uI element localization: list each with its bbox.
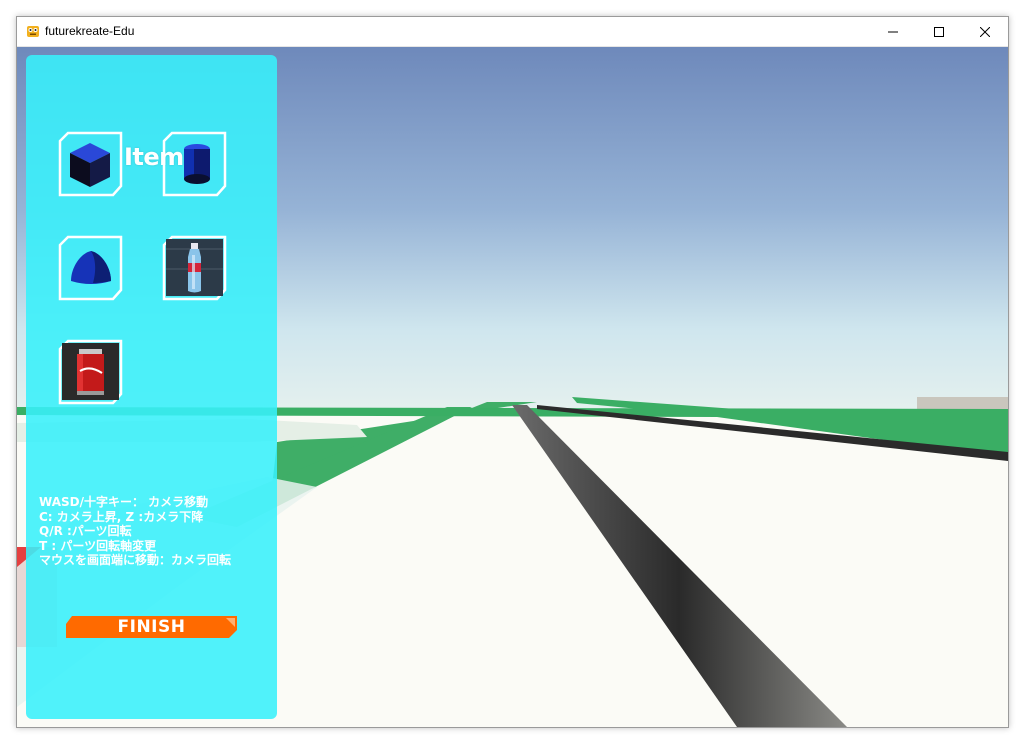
close-icon <box>980 26 990 37</box>
window-title: futurekreate-Edu <box>45 24 135 38</box>
help-line: マウスを画面端に移動：カメラ回転 <box>39 553 232 567</box>
help-line: T : パーツ回転軸変更 <box>39 538 157 553</box>
item-slot-cube[interactable] <box>58 131 123 197</box>
item-slot-can[interactable] <box>58 339 123 405</box>
blue-cube-icon <box>70 143 110 187</box>
minimize-icon <box>888 31 898 32</box>
title-bar[interactable]: futurekreate-Edu <box>17 17 1008 47</box>
app-window: futurekreate-Edu Items WASD/十字キー： カメラ移動 … <box>16 16 1009 728</box>
finish-button[interactable]: FINISH <box>66 616 237 638</box>
item-slot-dome[interactable] <box>58 235 123 301</box>
game-viewport[interactable]: Items WASD/十字キー： カメラ移動 C: カメラ上昇, Z:カメラ下… <box>17 47 1008 727</box>
minimize-button[interactable] <box>870 17 916 46</box>
help-line: Q/R :パーツ回転 <box>39 524 132 538</box>
close-button[interactable] <box>962 17 1008 46</box>
blue-dome-icon <box>71 251 111 284</box>
plastic-bottle-icon <box>166 239 223 296</box>
app-logo-icon <box>27 26 39 37</box>
maximize-button[interactable] <box>916 17 962 46</box>
maximize-icon <box>934 26 944 37</box>
controls-help: WASD/十字キー： カメラ移動 C: カメラ上昇, Z :カメラ下降 Q/R … <box>39 495 275 568</box>
items-panel: Items WASD/十字キー： カメラ移動 C: カメラ上昇, Z:カメラ下… <box>26 55 277 719</box>
finish-label: FINISH <box>117 617 186 637</box>
blue-cylinder-icon <box>184 144 210 184</box>
item-slot-cylinder[interactable] <box>162 131 227 197</box>
soda-can-icon <box>62 343 119 400</box>
help-line: C: カメラ上昇, Z :カメラ下降 <box>39 509 204 524</box>
help-line: WASD/十字キー： カメラ移動 <box>39 495 209 509</box>
item-slot-bottle[interactable] <box>162 235 227 301</box>
